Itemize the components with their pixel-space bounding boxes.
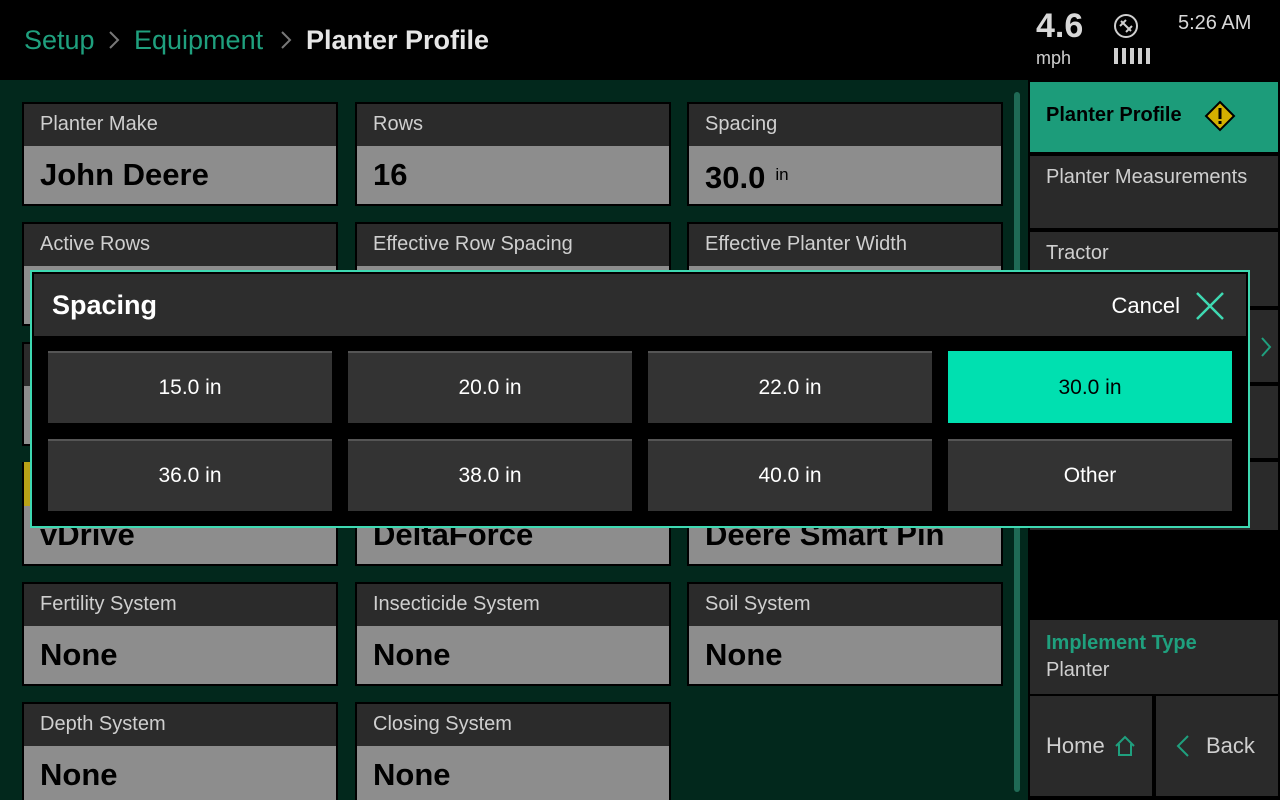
implement-type-panel: Implement Type Planter [1030, 620, 1278, 694]
spacing-option-36[interactable]: 36.0 in [48, 439, 332, 511]
cancel-button[interactable]: Cancel [1112, 286, 1226, 326]
home-icon [1114, 735, 1135, 756]
sidebar-item-label: Planter Measurements [1046, 166, 1248, 188]
field-value: None [689, 626, 1001, 684]
field-label: Depth System [24, 704, 336, 746]
breadcrumb-equipment[interactable]: Equipment [134, 24, 263, 56]
spacing-option-20[interactable]: 20.0 in [348, 351, 632, 423]
soil-system-field[interactable]: Soil System None [687, 582, 1003, 686]
dialog-header: Spacing Cancel [34, 274, 1246, 336]
field-label: Soil System [689, 584, 1001, 626]
sidebar-item-planter-profile[interactable]: Planter Profile [1030, 82, 1278, 152]
chevron-right-icon [281, 31, 292, 49]
chevron-left-icon [1176, 735, 1189, 757]
spacing-value: 30.0 [705, 160, 766, 195]
implement-type-label: Implement Type [1046, 632, 1197, 654]
field-label: Spacing [689, 104, 1001, 146]
dialog-title: Spacing [52, 290, 158, 320]
spacing-dialog: Spacing Cancel 15.0 in 20.0 in 22.0 in 3… [30, 270, 1250, 528]
field-value: None [24, 626, 336, 684]
fertility-system-field[interactable]: Fertility System None [22, 582, 338, 686]
insecticide-system-field[interactable]: Insecticide System None [355, 582, 671, 686]
implement-type-value: Planter [1046, 659, 1110, 681]
spacing-option-22[interactable]: 22.0 in [648, 351, 932, 423]
top-bar: Setup Equipment Planter Profile 4.6 mph … [0, 0, 1280, 80]
closing-system-field[interactable]: Closing System None [355, 702, 671, 800]
field-value: 16 [357, 146, 669, 204]
chevron-right-icon [109, 31, 120, 49]
field-value: 30.0 in [689, 146, 1001, 204]
field-label: Planter Make [24, 104, 336, 146]
speed-unit: mph [1036, 48, 1072, 68]
field-value: John Deere [24, 146, 336, 204]
page-title: Planter Profile [306, 25, 490, 55]
field-label: Fertility System [24, 584, 336, 626]
home-label: Home [1046, 733, 1105, 758]
sidebar-item-planter-measurements[interactable]: Planter Measurements [1030, 156, 1278, 228]
field-label: Insecticide System [357, 584, 669, 626]
field-label: Rows [357, 104, 669, 146]
depth-system-field[interactable]: Depth System None [22, 702, 338, 800]
field-label: Active Rows [24, 224, 336, 266]
spacing-option-15[interactable]: 15.0 in [48, 351, 332, 423]
back-label: Back [1206, 733, 1255, 758]
signal-strength-icon [1114, 48, 1152, 64]
spacing-unit: in [775, 165, 789, 184]
field-label: Effective Planter Width [689, 224, 1001, 266]
spacing-field[interactable]: Spacing 30.0 in [687, 102, 1003, 206]
back-button[interactable]: Back [1156, 696, 1278, 796]
close-icon [1196, 292, 1224, 320]
field-label: Effective Row Spacing [357, 224, 669, 266]
planter-make-field[interactable]: Planter Make John Deere [22, 102, 338, 206]
cancel-label: Cancel [1111, 293, 1180, 318]
field-value: None [357, 626, 669, 684]
spacing-option-38[interactable]: 38.0 in [348, 439, 632, 511]
spacing-option-30-selected[interactable]: 30.0 in [948, 351, 1232, 423]
breadcrumb-setup[interactable]: Setup [24, 24, 95, 56]
warning-icon [1204, 100, 1236, 132]
rows-field[interactable]: Rows 16 [355, 102, 671, 206]
speed-value: 4.6 [1036, 7, 1084, 45]
clock: 5:26 AM [1178, 12, 1252, 34]
field-value: None [357, 746, 669, 800]
field-label: Closing System [357, 704, 669, 746]
sidebar-item-label: Planter Profile [1046, 104, 1182, 126]
field-value: None [24, 746, 336, 800]
spacing-option-40[interactable]: 40.0 in [648, 439, 932, 511]
satellite-gps-icon [1114, 14, 1138, 38]
home-button[interactable]: Home [1030, 696, 1152, 796]
sidebar-item-label: Tractor [1046, 242, 1109, 264]
spacing-option-other[interactable]: Other [948, 439, 1232, 511]
chevron-right-icon [1261, 337, 1272, 357]
